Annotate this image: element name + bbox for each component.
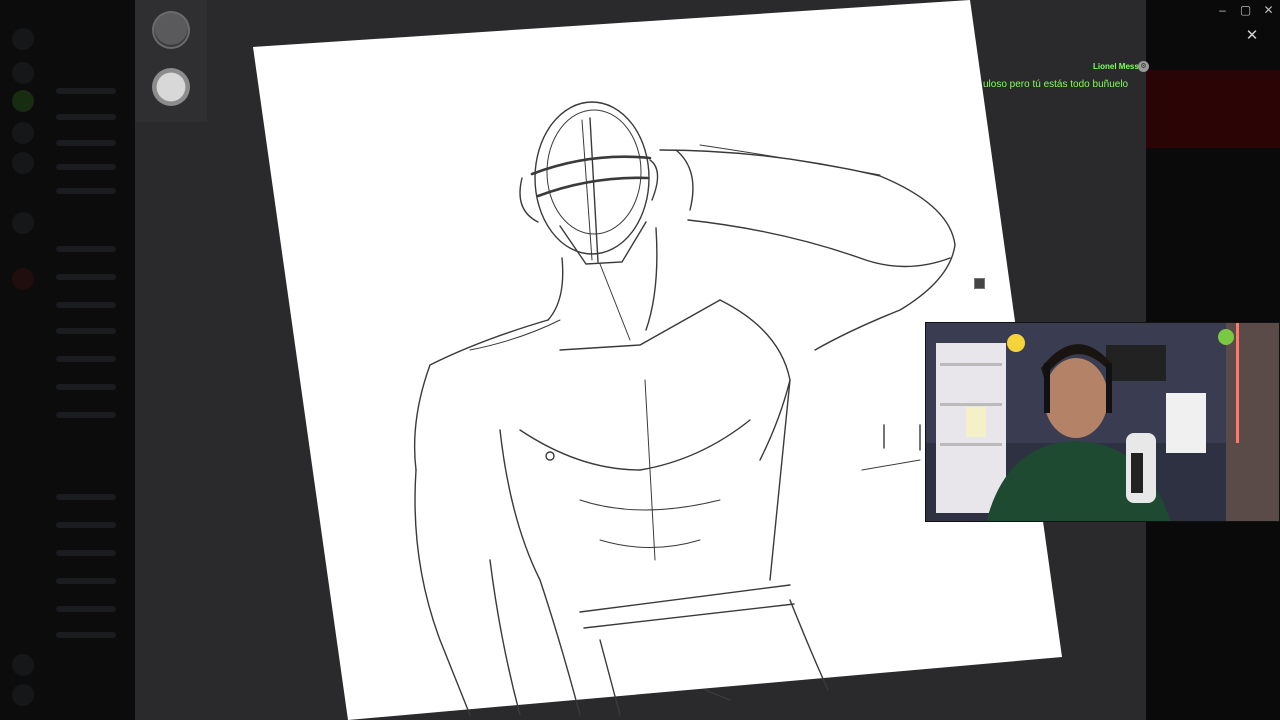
bg-bar xyxy=(56,412,116,418)
bg-avatar-icon xyxy=(12,122,34,144)
window-controls: – ▢ ✕ xyxy=(1211,0,1280,20)
bg-bar xyxy=(56,550,116,556)
brush-toolbar xyxy=(135,0,207,122)
bg-avatar-icon xyxy=(12,28,34,50)
light-brush-button[interactable] xyxy=(152,68,190,106)
window-close-button[interactable]: ✕ xyxy=(1257,0,1280,20)
overlay-close-button[interactable]: ✕ xyxy=(1241,24,1263,46)
chat-message: uloso pero tú estás todo buñuelo xyxy=(983,79,1129,90)
bg-bar xyxy=(56,302,116,308)
bg-bar xyxy=(56,114,116,120)
bg-bar xyxy=(56,88,116,94)
background-red-panel xyxy=(1146,70,1280,148)
bg-avatar-icon xyxy=(12,268,34,290)
bg-bar xyxy=(56,188,116,194)
canvas-handle-icon[interactable] xyxy=(974,278,985,289)
bg-bar xyxy=(56,140,116,146)
bg-bar xyxy=(56,274,116,280)
bg-bar xyxy=(56,606,116,612)
minimize-button[interactable]: – xyxy=(1211,0,1234,20)
bg-bar xyxy=(56,384,116,390)
bg-bar xyxy=(56,246,116,252)
background-sidebar xyxy=(0,0,135,720)
webcam-image xyxy=(926,323,1279,521)
bg-avatar-icon xyxy=(12,684,34,706)
webcam-video xyxy=(925,322,1280,522)
bg-bar xyxy=(56,578,116,584)
dark-brush-button[interactable] xyxy=(152,11,190,49)
bg-bar xyxy=(56,356,116,362)
bg-avatar-icon xyxy=(12,212,34,234)
bg-avatar-icon xyxy=(12,90,34,112)
bg-bar xyxy=(56,328,116,334)
bg-avatar-icon xyxy=(12,62,34,84)
bg-bar xyxy=(56,164,116,170)
bg-bar xyxy=(56,494,116,500)
bg-avatar-icon xyxy=(12,654,34,676)
bg-avatar-icon xyxy=(12,152,34,174)
gear-icon: ⚙ xyxy=(1138,61,1149,72)
bg-bar xyxy=(56,522,116,528)
bg-bar xyxy=(56,632,116,638)
maximize-button[interactable]: ▢ xyxy=(1234,0,1257,20)
chat-username: Lionel Messi xyxy=(1093,62,1142,71)
